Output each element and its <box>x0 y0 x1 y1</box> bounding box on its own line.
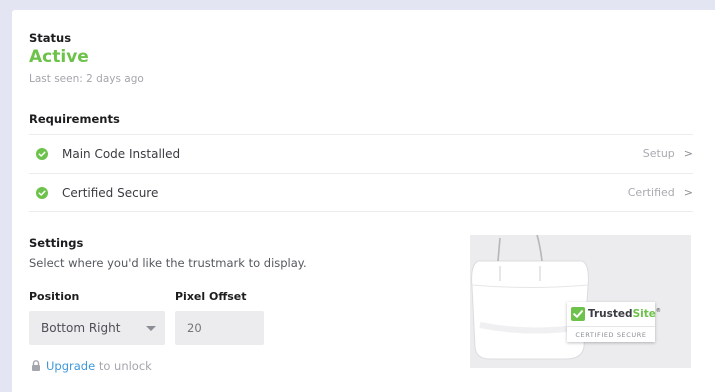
chevron-right-icon: > <box>683 147 693 160</box>
settings-heading: Settings <box>29 236 84 250</box>
requirement-action-label: Certified <box>627 186 675 199</box>
status-card: Status Active Last seen: 2 days ago Requ… <box>12 10 715 392</box>
requirement-action[interactable]: Certified > <box>628 186 693 199</box>
status-value: Active <box>29 47 89 67</box>
trustmark-preview: TrustedSite® CERTIFIED SECURE <box>470 235 691 368</box>
check-circle-icon <box>36 148 48 160</box>
requirement-action[interactable]: Setup > <box>643 147 693 160</box>
requirement-label: Certified Secure <box>62 186 159 200</box>
check-square-icon <box>571 307 585 321</box>
upgrade-link[interactable]: Upgrade <box>46 359 95 373</box>
upgrade-row: Upgrade to unlock <box>31 359 152 373</box>
last-seen-text: Last seen: 2 days ago <box>29 73 144 85</box>
requirement-row-certified-secure[interactable]: Certified Secure Certified > <box>29 173 693 212</box>
settings-description: Select where you'd like the trustmark to… <box>29 256 307 270</box>
position-select[interactable]: Bottom Right <box>29 311 165 345</box>
badge-trademark: ® <box>655 308 661 314</box>
requirement-row-main-code[interactable]: Main Code Installed Setup > <box>29 134 693 173</box>
trustmark-badge: TrustedSite® CERTIFIED SECURE <box>567 302 661 342</box>
requirement-label: Main Code Installed <box>62 147 181 161</box>
position-select-value: Bottom Right <box>41 321 121 335</box>
badge-brand-accent: Site <box>632 308 656 320</box>
requirement-action-label: Setup <box>642 147 675 160</box>
chevron-right-icon: > <box>683 186 693 199</box>
badge-subtitle: CERTIFIED SECURE <box>567 326 655 342</box>
check-circle-icon <box>36 187 48 199</box>
position-label: Position <box>29 290 80 303</box>
badge-brand: TrustedSite® <box>588 308 661 320</box>
badge-brand-text: Trusted <box>588 308 633 320</box>
upgrade-suffix: to unlock <box>95 359 152 373</box>
requirements-heading: Requirements <box>29 112 120 126</box>
pixel-offset-label: Pixel Offset <box>175 290 247 303</box>
status-heading: Status <box>29 31 72 45</box>
lock-icon <box>32 360 40 371</box>
pixel-offset-input[interactable] <box>175 311 264 345</box>
caret-down-icon <box>146 326 156 331</box>
